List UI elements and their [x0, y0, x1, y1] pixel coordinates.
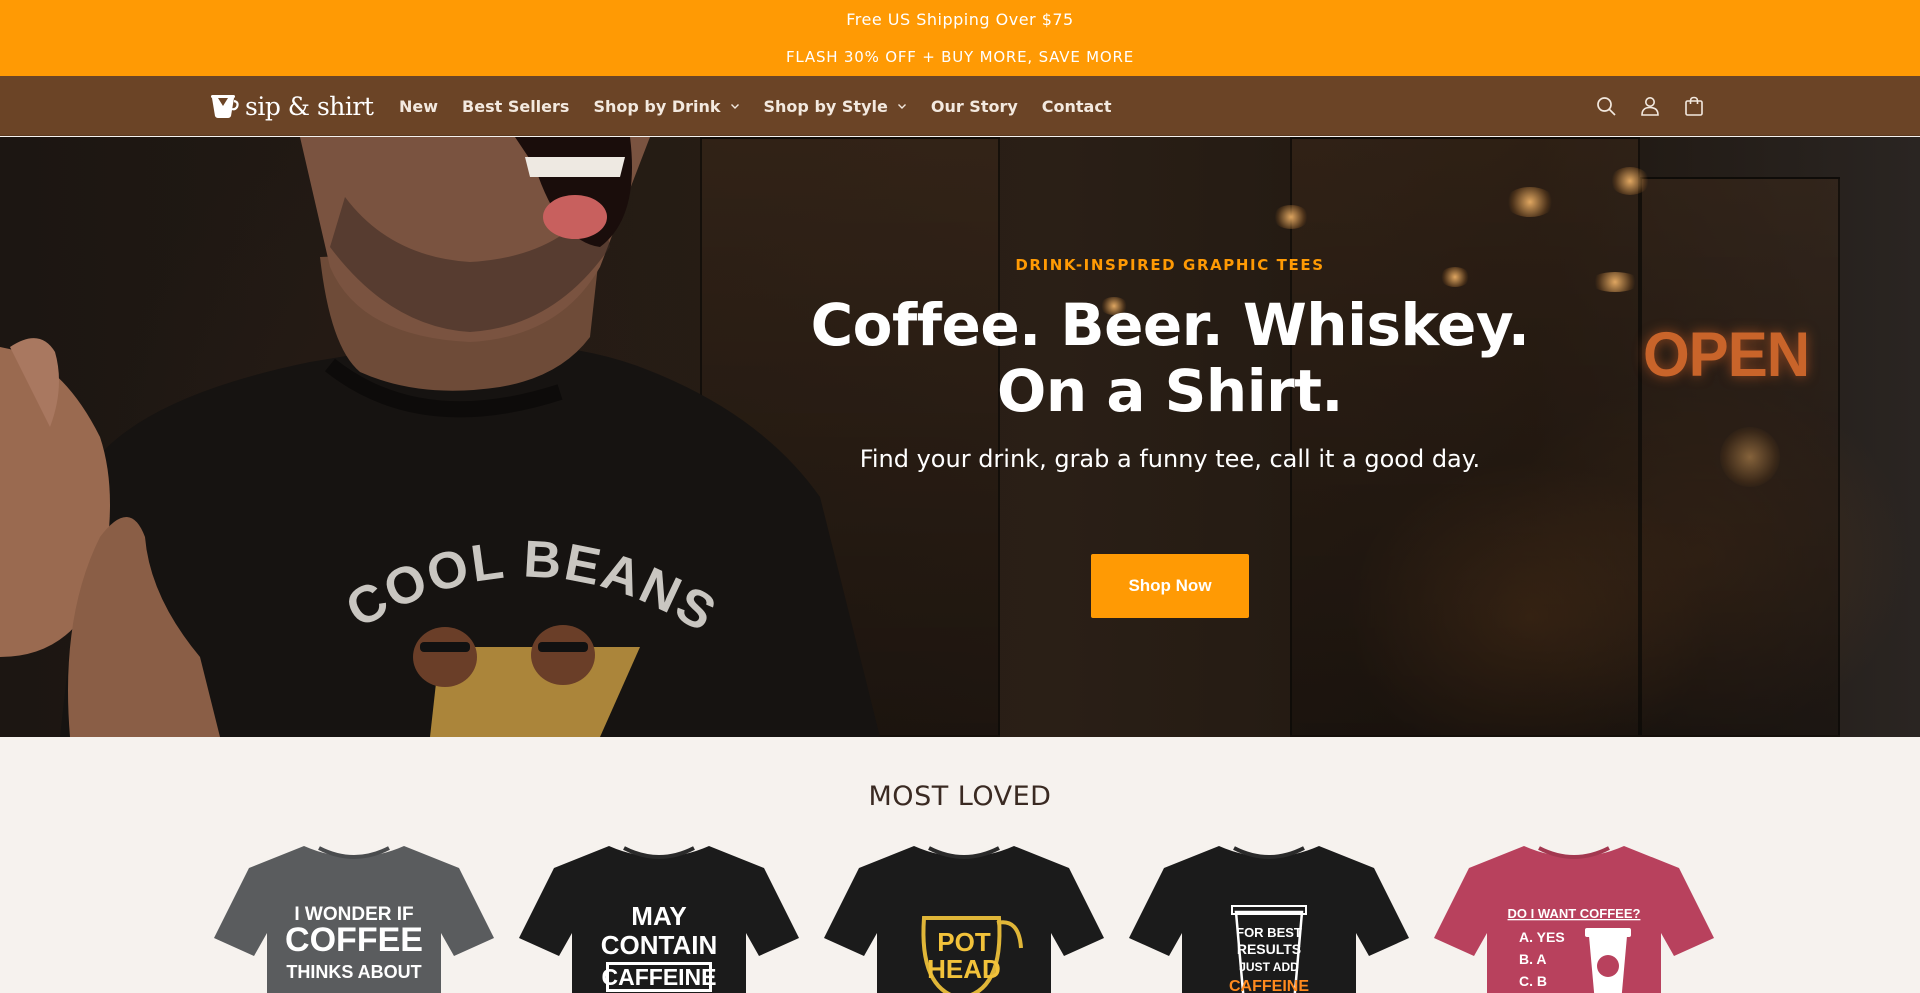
product-print-line: POT — [937, 927, 991, 957]
announcement-bar: Free US Shipping Over $75 FLASH 30% OFF … — [0, 0, 1920, 76]
product-print-line: MAY — [631, 901, 686, 931]
tshirt-image: POT HEAD — [824, 846, 1104, 993]
site-header: sip & shirt New Best Sellers Shop by Dri… — [0, 76, 1920, 136]
product-print-line: JUST ADD — [1239, 960, 1299, 974]
product-print-line: FOR BEST — [1236, 925, 1302, 940]
brand-name: sip & shirt — [245, 91, 374, 121]
product-print-line: RESULTS — [1237, 941, 1301, 957]
nav-contact-label: Contact — [1041, 96, 1112, 116]
announcement-sale[interactable]: FLASH 30% OFF + BUY MORE, SAVE MORE — [0, 48, 1920, 66]
cup-logo-icon — [211, 95, 239, 118]
search-icon[interactable] — [1596, 95, 1616, 117]
cart-icon[interactable] — [1684, 95, 1704, 117]
shop-now-button[interactable]: Shop Now — [1091, 554, 1249, 618]
header-actions — [1596, 76, 1704, 136]
hero-heading: Coffee. Beer. Whiskey. On a Shirt. — [770, 292, 1570, 424]
tshirt-image: I WONDER IF COFFEE THINKS ABOUT — [214, 846, 494, 993]
nav-our-story[interactable]: Our Story — [931, 97, 1018, 116]
nav-our-story-label: Our Story — [930, 96, 1018, 116]
most-loved-title: MOST LOVED — [868, 781, 1052, 812]
product-print-line: B. A — [1519, 951, 1546, 967]
hero-person-image: COOL BEANS — [0, 137, 880, 737]
lamp-glow — [1720, 427, 1780, 487]
product-print-line: CAFFEINE — [1229, 978, 1309, 993]
announcement-shipping: Free US Shipping Over $75 — [846, 10, 1074, 29]
tshirt-image: DO I WANT COFFEE? A. YES B. A C. B — [1434, 846, 1714, 993]
product-card[interactable]: FOR BEST RESULTS JUST ADD CAFFEINE — [1124, 838, 1414, 993]
product-print-line: HEAD — [927, 954, 1001, 984]
hero-banner: OPEN COOL BEANS DRINK-INSPIRED GRAPHIC T… — [0, 137, 1920, 737]
hero-heading-line2: On a Shirt. — [997, 357, 1343, 425]
chevron-down-icon — [897, 104, 906, 109]
nav-best-sellers-label: Best Sellers — [462, 96, 570, 116]
nav-best-sellers[interactable]: Best Sellers — [462, 97, 569, 116]
hero-kicker: DRINK-INSPIRED GRAPHIC TEES — [1015, 256, 1325, 274]
product-print-line: CONTAIN — [601, 930, 718, 960]
tshirt-image: MAY CONTAIN CAFFEINE — [519, 846, 799, 993]
account-icon[interactable] — [1640, 95, 1660, 117]
product-print-line: A. YES — [1519, 929, 1565, 945]
product-print-line: CAFFEINE — [602, 964, 717, 990]
nav-shop-by-drink-label: Shop by Drink — [593, 96, 721, 116]
product-print-line: C. B — [1519, 973, 1547, 989]
chevron-down-icon — [730, 104, 739, 109]
tshirt-image: FOR BEST RESULTS JUST ADD CAFFEINE — [1129, 846, 1409, 993]
nav-new[interactable]: New — [399, 97, 438, 116]
lamp-glow — [1590, 272, 1640, 292]
product-print-line: DO I WANT COFFEE? — [1508, 906, 1641, 921]
product-card[interactable]: I WONDER IF COFFEE THINKS ABOUT — [209, 838, 499, 993]
product-card[interactable]: DO I WANT COFFEE? A. YES B. A C. B — [1429, 838, 1719, 993]
hero-heading-line1: Coffee. Beer. Whiskey. — [810, 291, 1530, 359]
product-card[interactable]: MAY CONTAIN CAFFEINE — [514, 838, 804, 993]
product-print-line: THINKS ABOUT — [286, 962, 421, 982]
site-logo[interactable]: sip & shirt — [209, 90, 374, 122]
open-sign: OPEN — [1643, 319, 1810, 390]
nav-shop-by-drink[interactable]: Shop by Drink — [593, 97, 739, 116]
nav-shop-by-style-label: Shop by Style — [763, 96, 888, 116]
lamp-glow — [1610, 167, 1650, 195]
nav-shop-by-style[interactable]: Shop by Style — [764, 97, 907, 116]
hero-content: DRINK-INSPIRED GRAPHIC TEES Coffee. Beer… — [770, 137, 1570, 737]
nav-contact[interactable]: Contact — [1042, 97, 1112, 116]
hero-subheading: Find your drink, grab a funny tee, call … — [859, 445, 1481, 473]
nav-new-label: New — [399, 96, 439, 116]
product-print-line: COFFEE — [285, 921, 423, 959]
main-nav: New Best Sellers Shop by Drink Shop by S… — [399, 76, 1135, 136]
product-card[interactable]: POT HEAD — [819, 838, 1109, 993]
most-loved-products: I WONDER IF COFFEE THINKS ABOUT MAY CONT… — [209, 838, 1714, 993]
